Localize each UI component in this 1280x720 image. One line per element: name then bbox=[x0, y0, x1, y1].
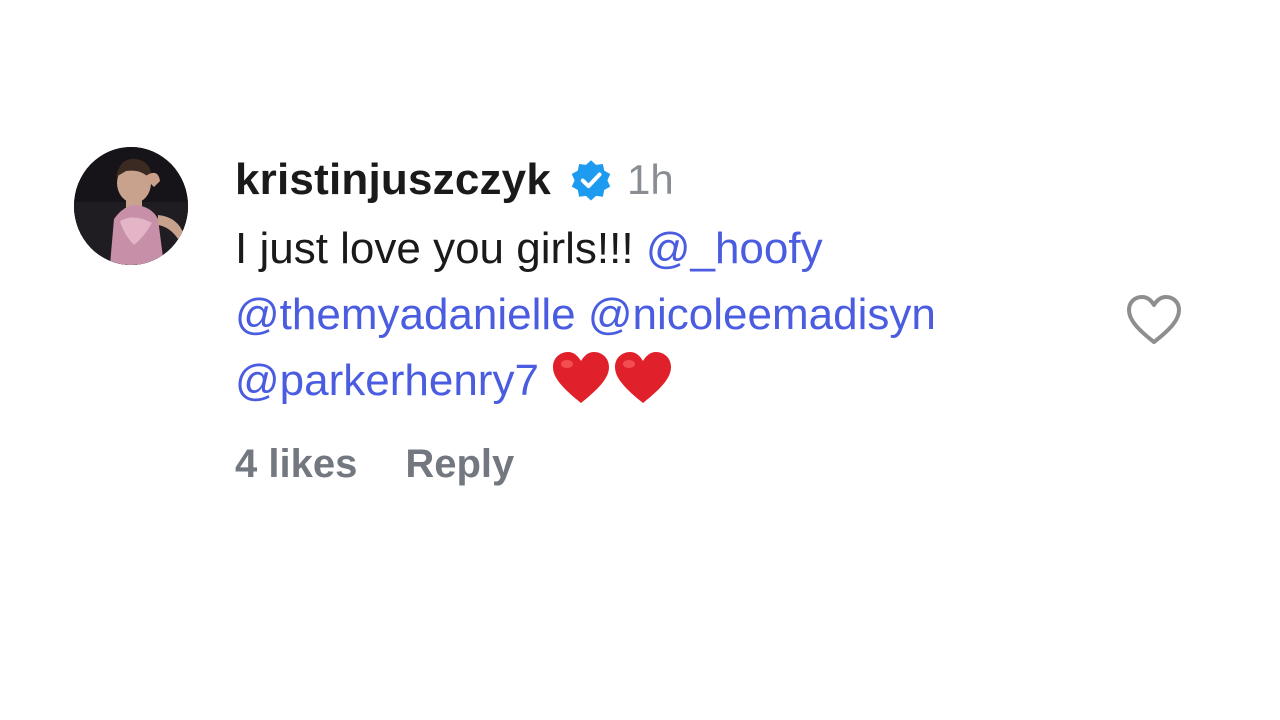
username[interactable]: kristinjuszczyk bbox=[235, 155, 551, 205]
comment-plain-text: I just love you girls!!! bbox=[235, 224, 646, 273]
mention-link[interactable]: @parkerhenry7 bbox=[235, 356, 539, 405]
comment-actions: 4 likes Reply bbox=[235, 442, 1095, 487]
mention-link[interactable]: @nicoleemadisyn bbox=[588, 290, 936, 339]
red-heart-emoji bbox=[551, 351, 611, 405]
heart-outline-icon[interactable] bbox=[1124, 292, 1184, 348]
mention-link[interactable]: @themyadanielle bbox=[235, 290, 576, 339]
comment-text: I just love you girls!!! @_hoofy @themya… bbox=[235, 216, 1095, 414]
comment-line: @themyadanielle @nicoleemadisyn bbox=[235, 282, 1095, 348]
comment-line: I just love you girls!!! @_hoofy bbox=[235, 216, 1095, 282]
red-heart-emoji bbox=[613, 351, 673, 405]
comment-line: @parkerhenry7 bbox=[235, 348, 1095, 414]
timestamp[interactable]: 1h bbox=[627, 156, 674, 204]
comment: kristinjuszczyk 1h I just love you girls… bbox=[0, 0, 1280, 720]
comment-body: kristinjuszczyk 1h I just love you girls… bbox=[235, 150, 1095, 487]
comment-header: kristinjuszczyk 1h bbox=[235, 150, 1095, 210]
likes-count[interactable]: 4 likes bbox=[235, 442, 357, 487]
mention-link[interactable]: @_hoofy bbox=[646, 224, 823, 273]
avatar[interactable] bbox=[74, 147, 188, 265]
reply-button[interactable]: Reply bbox=[405, 442, 514, 487]
verified-badge-icon bbox=[569, 158, 613, 202]
